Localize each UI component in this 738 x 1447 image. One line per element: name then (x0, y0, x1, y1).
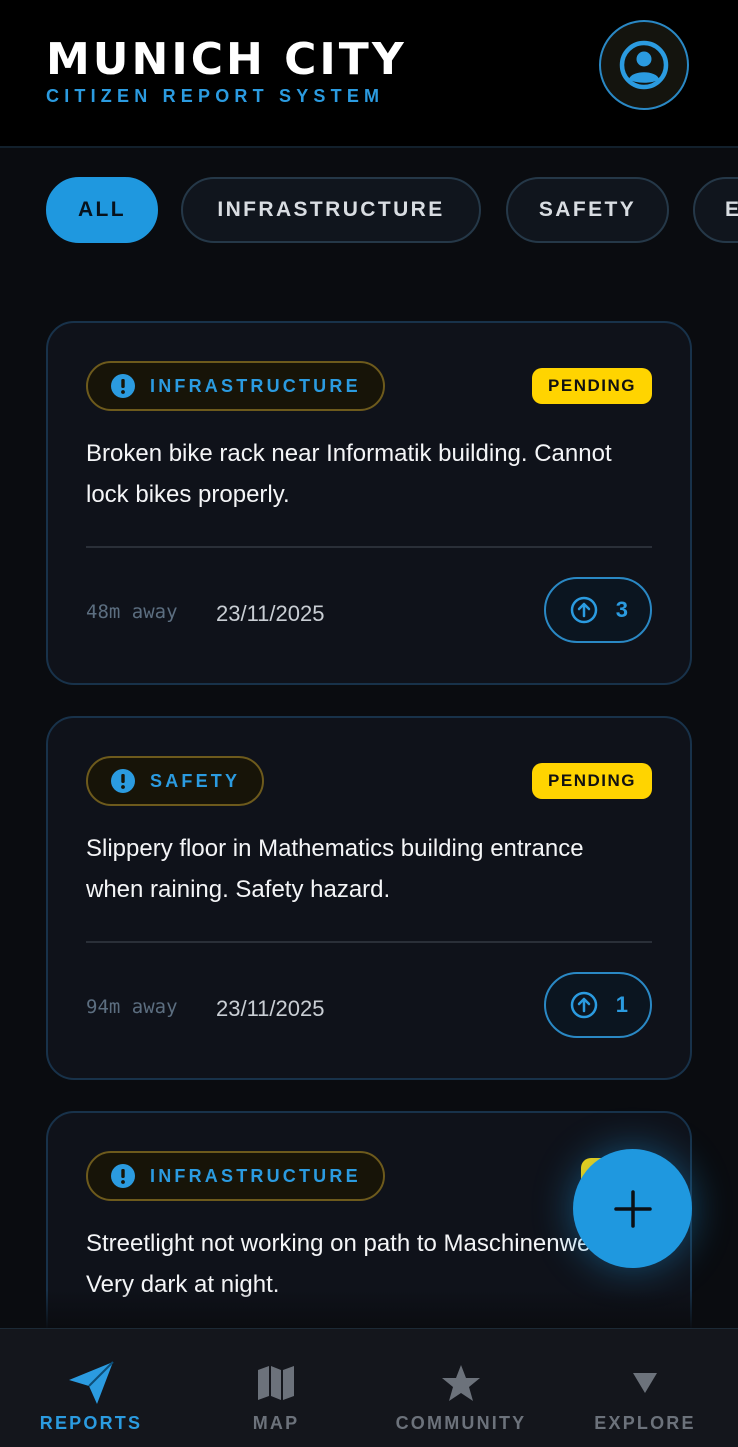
paper-plane-icon (69, 1361, 114, 1404)
arrow-up-circle-icon (570, 596, 597, 624)
report-card[interactable]: INFRASTRUCTURE PENDING Broken bike rack … (46, 321, 692, 685)
nav-reports[interactable]: REPORTS (30, 1329, 152, 1447)
category-label: INFRASTRUCTURE (150, 1165, 361, 1186)
category-badge: SAFETY (86, 756, 265, 806)
upvote-count: 3 (615, 597, 628, 622)
nav-label: EXPLORE (594, 1413, 696, 1433)
report-date: 23/11/2025 (216, 996, 325, 1021)
bottom-navigation: REPORTS MAP COMMUNITY EXPLORE (0, 1328, 738, 1447)
report-card[interactable]: SAFETY PENDING Slippery floor in Mathema… (46, 716, 692, 1080)
app-subtitle: CITIZEN REPORT SYSTEM (46, 86, 385, 106)
category-label: SAFETY (150, 770, 241, 791)
map-icon (258, 1366, 294, 1400)
triangle-down-icon (633, 1373, 657, 1393)
upvote-count: 1 (615, 992, 628, 1017)
nav-community[interactable]: COMMUNITY (390, 1329, 532, 1447)
report-description: Slippery floor in Mathematics building e… (86, 835, 584, 903)
report-date: 23/11/2025 (216, 601, 325, 626)
filter-chip-safety[interactable]: SAFETY (506, 177, 669, 243)
profile-button[interactable] (599, 20, 689, 110)
filter-chip-partial[interactable]: E (693, 177, 738, 243)
nav-label: MAP (252, 1413, 300, 1433)
alert-icon (111, 769, 135, 793)
alert-icon (111, 374, 135, 398)
filter-chip-infrastructure[interactable]: INFRASTRUCTURE (181, 177, 481, 243)
category-badge: INFRASTRUCTURE (86, 1151, 385, 1201)
nav-explore[interactable]: EXPLORE (590, 1329, 700, 1447)
user-circle-icon (619, 40, 669, 90)
filter-chip-all[interactable]: ALL (46, 177, 158, 243)
app-title: MUNICH CITY (46, 34, 407, 85)
arrow-up-circle-icon (570, 991, 597, 1019)
nav-label: REPORTS (39, 1413, 143, 1433)
card-divider (86, 941, 652, 943)
report-description: Broken bike rack near Informatik buildin… (86, 440, 612, 508)
category-label: INFRASTRUCTURE (150, 375, 361, 396)
distance-label: 48m away (86, 601, 178, 623)
alert-icon (111, 1164, 135, 1188)
nav-label: COMMUNITY (395, 1413, 527, 1433)
status-badge: PENDING (532, 368, 652, 404)
app-header: MUNICH CITY CITIZEN REPORT SYSTEM (0, 0, 738, 148)
upvote-button[interactable]: 3 (543, 577, 652, 643)
status-badge: PENDING (532, 763, 652, 799)
upvote-button[interactable]: 1 (543, 972, 652, 1038)
add-report-button[interactable] (573, 1149, 692, 1268)
card-divider (86, 546, 652, 548)
plus-icon (613, 1189, 652, 1228)
category-filter-bar: ALL INFRASTRUCTURE SAFETY E (0, 177, 738, 245)
star-icon (442, 1365, 480, 1401)
distance-label: 94m away (86, 996, 178, 1018)
nav-map[interactable]: MAP (226, 1329, 326, 1447)
category-badge: INFRASTRUCTURE (86, 361, 385, 411)
